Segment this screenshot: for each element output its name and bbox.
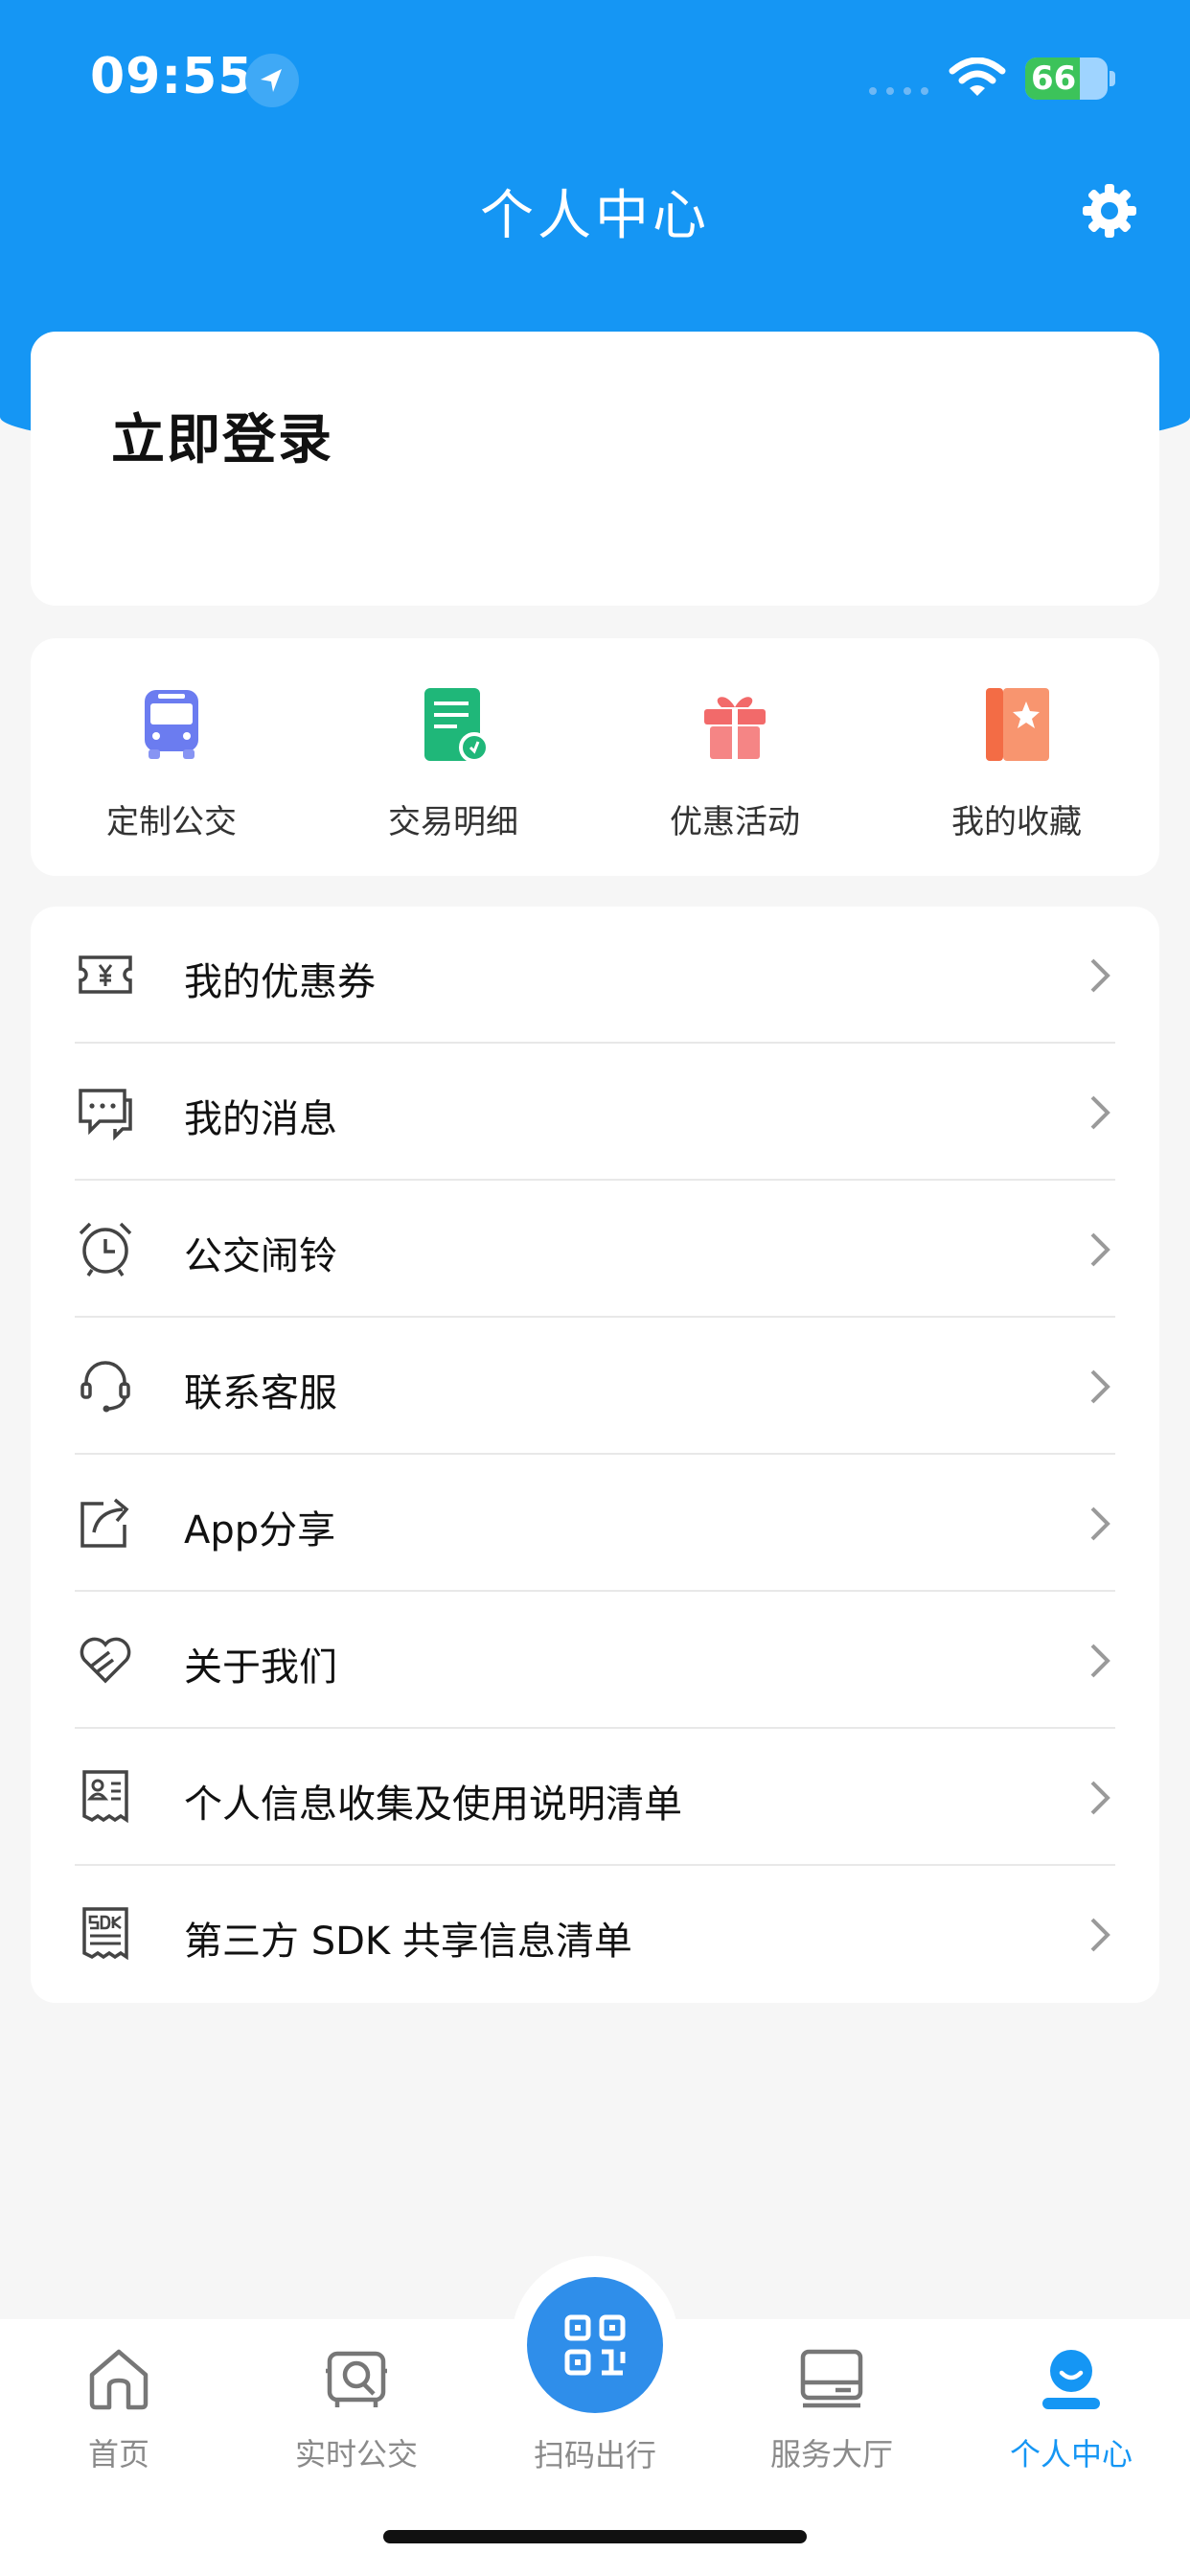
login-button-label[interactable]: 立即登录 <box>111 397 333 474</box>
menu-item-label: 第三方 SDK 共享信息清单 <box>184 1920 632 1964</box>
chevron-right-icon <box>1090 1781 1110 1815</box>
menu-item-app-share[interactable]: App分享 <box>31 1455 1159 1592</box>
chevron-right-icon <box>1090 1918 1110 1952</box>
bus-icon <box>145 690 198 759</box>
menu-item-about-us[interactable]: 关于我们 <box>31 1592 1159 1729</box>
quick-action-transactions[interactable]: 交易明细 <box>312 686 594 842</box>
menu-item-label: 个人信息收集及使用说明清单 <box>184 1782 682 1827</box>
realtime-bus-icon <box>326 2351 387 2407</box>
menu-item-third-party-sdk-list[interactable]: 第三方 SDK 共享信息清单 <box>31 1866 1159 2003</box>
tab-scan-ride[interactable] <box>527 2277 663 2413</box>
chevron-right-icon <box>1090 1095 1110 1130</box>
menu-item-label: App分享 <box>184 1508 336 1552</box>
tab-label: 首页 <box>87 2436 149 2472</box>
service-hall-icon <box>800 2349 863 2408</box>
gift-icon <box>704 697 766 759</box>
quick-action-promotions[interactable]: 优惠活动 <box>594 686 876 842</box>
tab-label: 服务大厅 <box>769 2436 893 2472</box>
menu-item-label: 关于我们 <box>184 1645 337 1690</box>
page-title: 个人中心 <box>480 185 710 247</box>
home-indicator <box>383 2530 807 2543</box>
quick-actions-card: 定制公交 交易明细 优惠活动 我的收藏 <box>31 638 1159 876</box>
tab-home[interactable]: 首页 <box>0 2344 238 2474</box>
chevron-right-icon <box>1090 1506 1110 1541</box>
battery-level: 66 <box>1031 59 1077 98</box>
menu-item-label: 我的消息 <box>184 1097 337 1141</box>
menu-item-label: 我的优惠券 <box>184 960 376 1004</box>
wifi-icon <box>949 58 1006 96</box>
tab-label: 扫码出行 <box>533 2437 656 2473</box>
location-arrow-icon <box>245 54 299 107</box>
personal-info-receipt-icon <box>82 1770 128 1824</box>
quick-action-label: 优惠活动 <box>670 803 800 841</box>
menu-item-label: 公交闹铃 <box>184 1234 337 1278</box>
tab-profile[interactable]: 个人中心 <box>952 2344 1190 2474</box>
tab-label: 个人中心 <box>1009 2436 1133 2472</box>
headset-icon <box>80 1361 130 1413</box>
alarm-clock-icon <box>79 1222 132 1276</box>
chevron-right-icon <box>1090 1369 1110 1404</box>
chevron-right-icon <box>1090 1232 1110 1267</box>
menu-item-messages[interactable]: 我的消息 <box>31 1044 1159 1181</box>
menu-item-coupons[interactable]: 我的优惠券 <box>31 907 1159 1044</box>
profile-icon <box>1042 2350 1100 2409</box>
share-icon <box>80 1498 129 1548</box>
favorites-book-icon <box>986 688 1049 761</box>
message-icon <box>79 1089 132 1140</box>
tab-label: 实时公交 <box>294 2436 418 2472</box>
menu-item-personal-info-list[interactable]: 个人信息收集及使用说明清单 <box>31 1729 1159 1866</box>
menu-list-card: 我的优惠券 我的消息 公交闹铃 联系客服 App分享 关于我们 个人信息收集及使… <box>31 907 1159 2003</box>
signal-dots-icon <box>869 87 928 95</box>
sdk-receipt-icon <box>82 1907 128 1961</box>
heart-handshake-icon <box>80 1637 131 1684</box>
login-card[interactable]: 立即登录 <box>31 332 1159 606</box>
status-bar: 09:55 66 <box>0 0 1190 153</box>
quick-action-label: 交易明细 <box>388 803 518 841</box>
quick-action-label: 我的收藏 <box>951 803 1082 841</box>
coupon-icon <box>79 955 132 994</box>
qr-code-icon <box>564 2314 626 2376</box>
chevron-right-icon <box>1090 1644 1110 1678</box>
menu-item-label: 联系客服 <box>184 1371 337 1415</box>
quick-action-custom-bus[interactable]: 定制公交 <box>31 686 312 842</box>
tab-service-hall[interactable]: 服务大厅 <box>713 2344 950 2474</box>
menu-item-customer-service[interactable]: 联系客服 <box>31 1318 1159 1455</box>
menu-item-bus-alarm[interactable]: 公交闹铃 <box>31 1181 1159 1318</box>
tab-realtime-bus[interactable]: 实时公交 <box>238 2344 475 2474</box>
quick-action-label: 定制公交 <box>106 803 237 841</box>
chevron-right-icon <box>1090 958 1110 993</box>
transaction-document-icon <box>424 688 490 763</box>
status-time: 09:55 <box>90 48 254 105</box>
quick-action-favorites[interactable]: 我的收藏 <box>876 686 1157 842</box>
settings-gear-icon[interactable] <box>1079 180 1140 242</box>
home-icon <box>89 2349 149 2410</box>
battery-indicator: 66 <box>1025 58 1108 100</box>
